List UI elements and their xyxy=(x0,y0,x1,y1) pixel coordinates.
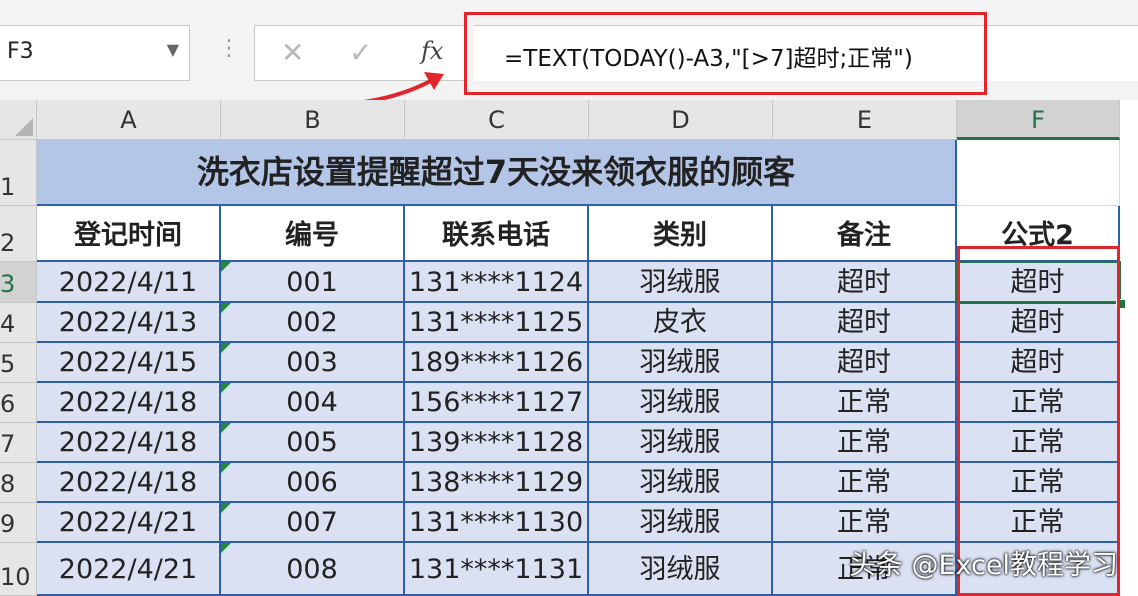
cell-a10[interactable]: 2022/4/21 xyxy=(37,543,221,596)
row-header-6[interactable]: 6 xyxy=(0,383,37,423)
cell-b7[interactable]: 005 xyxy=(221,423,405,463)
column-header-d[interactable]: D xyxy=(589,100,773,140)
error-indicator-icon xyxy=(221,503,231,513)
cell-e9[interactable]: 正常 xyxy=(773,503,957,543)
error-indicator-icon xyxy=(221,543,231,553)
cell-b3[interactable]: 001 xyxy=(221,262,405,303)
cell-b4[interactable]: 002 xyxy=(221,303,405,343)
column-header-f[interactable]: F xyxy=(957,100,1120,140)
error-indicator-icon xyxy=(221,463,231,473)
cell-d6[interactable]: 羽绒服 xyxy=(589,383,773,423)
header-cell-b[interactable]: 编号 xyxy=(221,206,405,262)
chevron-down-icon[interactable]: ▼ xyxy=(167,40,179,59)
row-number: 8 xyxy=(0,470,16,498)
cell-c10[interactable]: 131****1131 xyxy=(405,543,589,596)
column-header-b[interactable]: B xyxy=(221,100,405,140)
cell-e5[interactable]: 超时 xyxy=(773,343,957,383)
cell-a5[interactable]: 2022/4/15 xyxy=(37,343,221,383)
cell-b8[interactable]: 006 xyxy=(221,463,405,503)
select-all-corner[interactable] xyxy=(0,100,37,140)
row-header-3[interactable]: 3 xyxy=(0,262,37,303)
cell-e6[interactable]: 正常 xyxy=(773,383,957,423)
cell-c5[interactable]: 189****1126 xyxy=(405,343,589,383)
row-header-5[interactable]: 5 xyxy=(0,343,37,383)
header-cell-c[interactable]: 联系电话 xyxy=(405,206,589,262)
row-header-9[interactable]: 9 xyxy=(0,503,37,543)
cancel-x-icon[interactable]: ✕ xyxy=(281,36,304,69)
row-number: 6 xyxy=(0,390,16,418)
cell-b5[interactable]: 003 xyxy=(221,343,405,383)
formula-highlight-box xyxy=(464,12,987,95)
row-number: 7 xyxy=(0,430,16,458)
more-options-icon[interactable]: ⋮ xyxy=(218,36,240,61)
row-number: 1 xyxy=(0,173,16,201)
cell-e8[interactable]: 正常 xyxy=(773,463,957,503)
header-cell-a[interactable]: 登记时间 xyxy=(37,206,221,262)
header-cell-d[interactable]: 类别 xyxy=(589,206,773,262)
cell-d8[interactable]: 羽绒服 xyxy=(589,463,773,503)
cell-d4[interactable]: 皮衣 xyxy=(589,303,773,343)
cell-d5[interactable]: 羽绒服 xyxy=(589,343,773,383)
cell-c4[interactable]: 131****1125 xyxy=(405,303,589,343)
cell-b9[interactable]: 007 xyxy=(221,503,405,543)
row-header-7[interactable]: 7 xyxy=(0,423,37,463)
cell-c8[interactable]: 138****1129 xyxy=(405,463,589,503)
cell-c9[interactable]: 131****1130 xyxy=(405,503,589,543)
cell-a3[interactable]: 2022/4/11 xyxy=(37,262,221,303)
error-indicator-icon xyxy=(221,262,231,272)
column-header-c[interactable]: C xyxy=(405,100,589,140)
row-number: 3 xyxy=(0,270,16,298)
cell-e7[interactable]: 正常 xyxy=(773,423,957,463)
error-indicator-icon xyxy=(221,383,231,393)
row-header-2[interactable]: 2 xyxy=(0,206,37,262)
header-cell-e[interactable]: 备注 xyxy=(773,206,957,262)
cell-d3[interactable]: 羽绒服 xyxy=(589,262,773,303)
row-header-8[interactable]: 8 xyxy=(0,463,37,503)
error-indicator-icon xyxy=(221,303,231,313)
check-icon[interactable]: ✓ xyxy=(349,36,372,69)
cell-a9[interactable]: 2022/4/21 xyxy=(37,503,221,543)
row-header-1[interactable]: 1 xyxy=(0,140,37,206)
cell-d9[interactable]: 羽绒服 xyxy=(589,503,773,543)
cell-a6[interactable]: 2022/4/18 xyxy=(37,383,221,423)
cell-b6[interactable]: 004 xyxy=(221,383,405,423)
cell-d7[interactable]: 羽绒服 xyxy=(589,423,773,463)
row-number: 5 xyxy=(0,350,16,378)
cell-a8[interactable]: 2022/4/18 xyxy=(37,463,221,503)
name-box-value: F3 xyxy=(7,39,34,64)
row-number: 10 xyxy=(0,563,31,591)
cell-e4[interactable]: 超时 xyxy=(773,303,957,343)
insert-function-button[interactable]: fx xyxy=(421,37,443,65)
cell-c3[interactable]: 131****1124 xyxy=(405,262,589,303)
cell-f1[interactable] xyxy=(957,140,1120,206)
cell-d10[interactable]: 羽绒服 xyxy=(589,543,773,596)
sheet-title[interactable]: 洗衣店设置提醒超过7天没来领衣服的顾客 xyxy=(37,140,957,206)
cell-e3[interactable]: 超时 xyxy=(773,262,957,303)
cell-a4[interactable]: 2022/4/13 xyxy=(37,303,221,343)
error-indicator-icon xyxy=(221,343,231,353)
watermark: 头条 @Excel教程学习 xyxy=(848,550,1118,581)
row-number: 4 xyxy=(0,310,16,338)
row-header-4[interactable]: 4 xyxy=(0,303,37,343)
cell-b10[interactable]: 008 xyxy=(221,543,405,596)
cell-c6[interactable]: 156****1127 xyxy=(405,383,589,423)
row-number: 2 xyxy=(0,229,16,257)
column-header-e[interactable]: E xyxy=(773,100,957,140)
cell-c7[interactable]: 139****1128 xyxy=(405,423,589,463)
row-header-10[interactable]: 10 xyxy=(0,543,37,596)
cell-a7[interactable]: 2022/4/18 xyxy=(37,423,221,463)
name-box[interactable]: F3 ▼ xyxy=(0,25,190,81)
row-number: 9 xyxy=(0,510,16,538)
error-indicator-icon xyxy=(221,423,231,433)
column-header-a[interactable]: A xyxy=(37,100,221,140)
